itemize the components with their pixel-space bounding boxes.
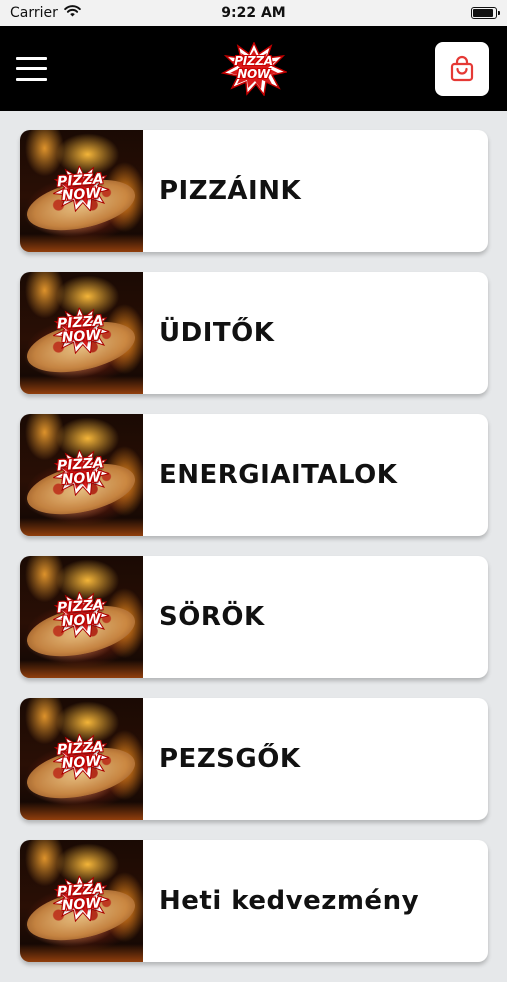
- app-header: PIZZA NOW: [0, 26, 507, 111]
- category-card[interactable]: PIZZA NOW SÖRÖK: [20, 556, 488, 678]
- status-left: Carrier: [10, 5, 81, 21]
- category-label: SÖRÖK: [159, 602, 265, 632]
- category-image: PIZZA NOW: [20, 556, 143, 678]
- pizza-now-badge: PIZZA NOW: [50, 590, 110, 640]
- category-image: PIZZA NOW: [20, 414, 143, 536]
- category-image: PIZZA NOW: [20, 840, 143, 962]
- category-label: Heti kedvezmény: [159, 886, 420, 916]
- badge-text-line2: NOW: [60, 185, 101, 205]
- category-label: PIZZÁINK: [159, 176, 302, 206]
- category-image: PIZZA NOW: [20, 272, 143, 394]
- status-bar: Carrier 9:22 AM: [0, 0, 507, 26]
- shopping-bag-icon: [450, 55, 474, 81]
- category-label: ÜDITŐK: [159, 318, 275, 348]
- pizza-now-badge: PIZZA NOW: [50, 306, 110, 356]
- category-card[interactable]: PIZZA NOW PEZSGŐK: [20, 698, 488, 820]
- badge-text-line2: NOW: [60, 611, 101, 631]
- battery-icon: [471, 7, 500, 19]
- badge-text-line2: NOW: [60, 753, 101, 773]
- pizza-now-badge: PIZZA NOW: [50, 732, 110, 782]
- badge-text-line2: NOW: [60, 327, 101, 347]
- logo-text-line2: NOW: [237, 66, 270, 81]
- logo-text-line1: PIZZA: [234, 53, 273, 68]
- category-list: PIZZA NOW PIZZÁINK PIZZA NOW ÜDITŐK PIZZ…: [20, 130, 488, 982]
- pizza-now-badge: PIZZA NOW: [50, 448, 110, 498]
- carrier-label: Carrier: [10, 5, 58, 21]
- pizza-now-badge: PIZZA NOW: [50, 164, 110, 214]
- category-card[interactable]: PIZZA NOW Heti kedvezmény: [20, 840, 488, 962]
- badge-text-line2: NOW: [60, 469, 101, 489]
- pizza-now-logo: PIZZA NOW: [220, 41, 287, 96]
- category-card[interactable]: PIZZA NOW ÜDITŐK: [20, 272, 488, 394]
- category-image: PIZZA NOW: [20, 698, 143, 820]
- wifi-icon: [64, 5, 81, 21]
- hamburger-icon[interactable]: [16, 56, 47, 81]
- pizza-now-badge: PIZZA NOW: [50, 874, 110, 924]
- category-label: ENERGIAITALOK: [159, 460, 398, 490]
- category-label: PEZSGŐK: [159, 744, 301, 774]
- category-image: PIZZA NOW: [20, 130, 143, 252]
- category-card[interactable]: PIZZA NOW ENERGIAITALOK: [20, 414, 488, 536]
- category-card[interactable]: PIZZA NOW PIZZÁINK: [20, 130, 488, 252]
- cart-button[interactable]: [435, 41, 489, 96]
